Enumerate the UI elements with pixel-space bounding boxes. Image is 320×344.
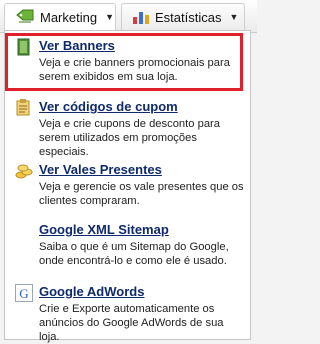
menu-item-title[interactable]: Ver Banners [39,37,247,54]
menu-item-desc: Veja e crie banners promocionais para se… [39,57,230,83]
menu-item-title[interactable]: Ver códigos de cupom [39,98,247,115]
menu-item-desc: Saiba o que é um Sitemap do Google, onde… [39,241,229,267]
sitemap-icon [15,222,33,240]
menu-item-ver-banners[interactable]: Ver Banners Veja e crie banners promocio… [13,37,247,84]
menu-item-google-xml-sitemap[interactable]: Google XML Sitemap Saiba o que é um Site… [13,221,247,268]
menu-item-title[interactable]: Google XML Sitemap [39,221,247,238]
svg-text:G: G [19,286,28,301]
marketing-dropdown-menu: Ver Banners Veja e crie banners promocio… [4,30,251,343]
google-icon: G [15,284,33,302]
chevron-down-icon: ▼ [229,12,239,22]
menu-item-desc: Veja e crie cupons de desconto para sere… [39,118,220,158]
coins-icon [15,164,33,179]
tab-estatisticas-label: Estatísticas [155,9,222,25]
menu-item-codigos-cupom[interactable]: Ver códigos de cupom Veja e crie cupons … [13,98,247,159]
menu-item-google-adwords[interactable]: G Google AdWords Crie e Exporte automati… [13,283,247,344]
tab-estatisticas[interactable]: Estatísticas ▼ [121,3,245,30]
coupon-icon [16,99,30,116]
banner-icon [17,38,30,56]
tab-marketing-label: Marketing [40,9,98,25]
chevron-down-icon: ▼ [105,12,114,22]
menu-item-desc: Veja e gerencie os vale presentes que os… [39,181,244,207]
menu-item-vales-presentes[interactable]: Ver Vales Presentes Veja e gerencie os v… [13,161,247,208]
menu-item-title[interactable]: Ver Vales Presentes [39,161,247,178]
tab-marketing[interactable]: Marketing ▼ [4,3,116,30]
tag-icon [16,9,34,23]
top-nav-bar: Marketing ▼ Estatísticas ▼ [0,0,257,33]
menu-item-desc: Crie e Exporte automaticamente os anúnci… [39,303,224,343]
bar-chart-icon [133,12,149,24]
menu-item-title[interactable]: Google AdWords [39,283,247,300]
